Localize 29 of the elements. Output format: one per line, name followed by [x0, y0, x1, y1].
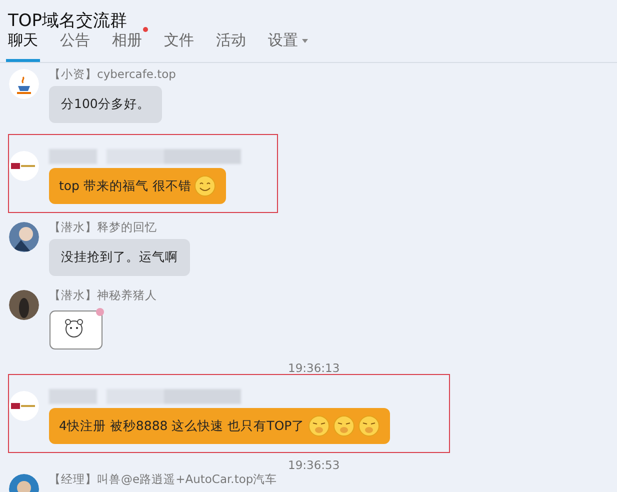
yawning-face-icon	[308, 415, 330, 437]
sender-name: 【潜水】神秘养猪人	[49, 288, 157, 303]
message-bubble: 4快注册 被秒8888 这么快速 也只有TOP了	[49, 408, 390, 444]
caret-icon	[302, 38, 308, 42]
bear-sticker	[49, 307, 105, 351]
avatar	[9, 69, 39, 99]
avatar	[9, 391, 39, 421]
sender-name: 【小资】cybercafe.top	[49, 67, 176, 82]
sender-name: 【经理】叫兽@e路逍遥+AutoCar.top汽车	[49, 472, 278, 487]
tab[interactable]: 公告	[58, 31, 92, 62]
timestamp: 19:36:13	[288, 362, 340, 374]
message-bubble: 没挂抢到了。运气啊	[49, 239, 190, 276]
yawning-face-icon	[332, 415, 355, 437]
avatar	[9, 290, 39, 320]
avatar	[9, 151, 39, 181]
sender-name: 【潜水】释梦的回忆	[49, 220, 157, 235]
tab[interactable]: 活动	[214, 31, 248, 62]
tab[interactable]: 文件	[162, 31, 196, 62]
yawning-face-icon	[358, 415, 380, 437]
timestamp: 19:36:53	[288, 459, 340, 471]
notification-dot	[143, 27, 148, 32]
avatar	[9, 222, 39, 252]
message-bubble: 分100分多好。	[49, 86, 162, 123]
tab[interactable]: 聊天	[6, 31, 40, 62]
message-bubble: top 带来的福气 很不错	[49, 168, 226, 204]
tab[interactable]: 相册	[110, 31, 144, 62]
smiling-face-icon	[194, 175, 216, 197]
window-title: TOP域名交流群	[8, 10, 128, 31]
tab[interactable]: 设置	[266, 31, 310, 62]
